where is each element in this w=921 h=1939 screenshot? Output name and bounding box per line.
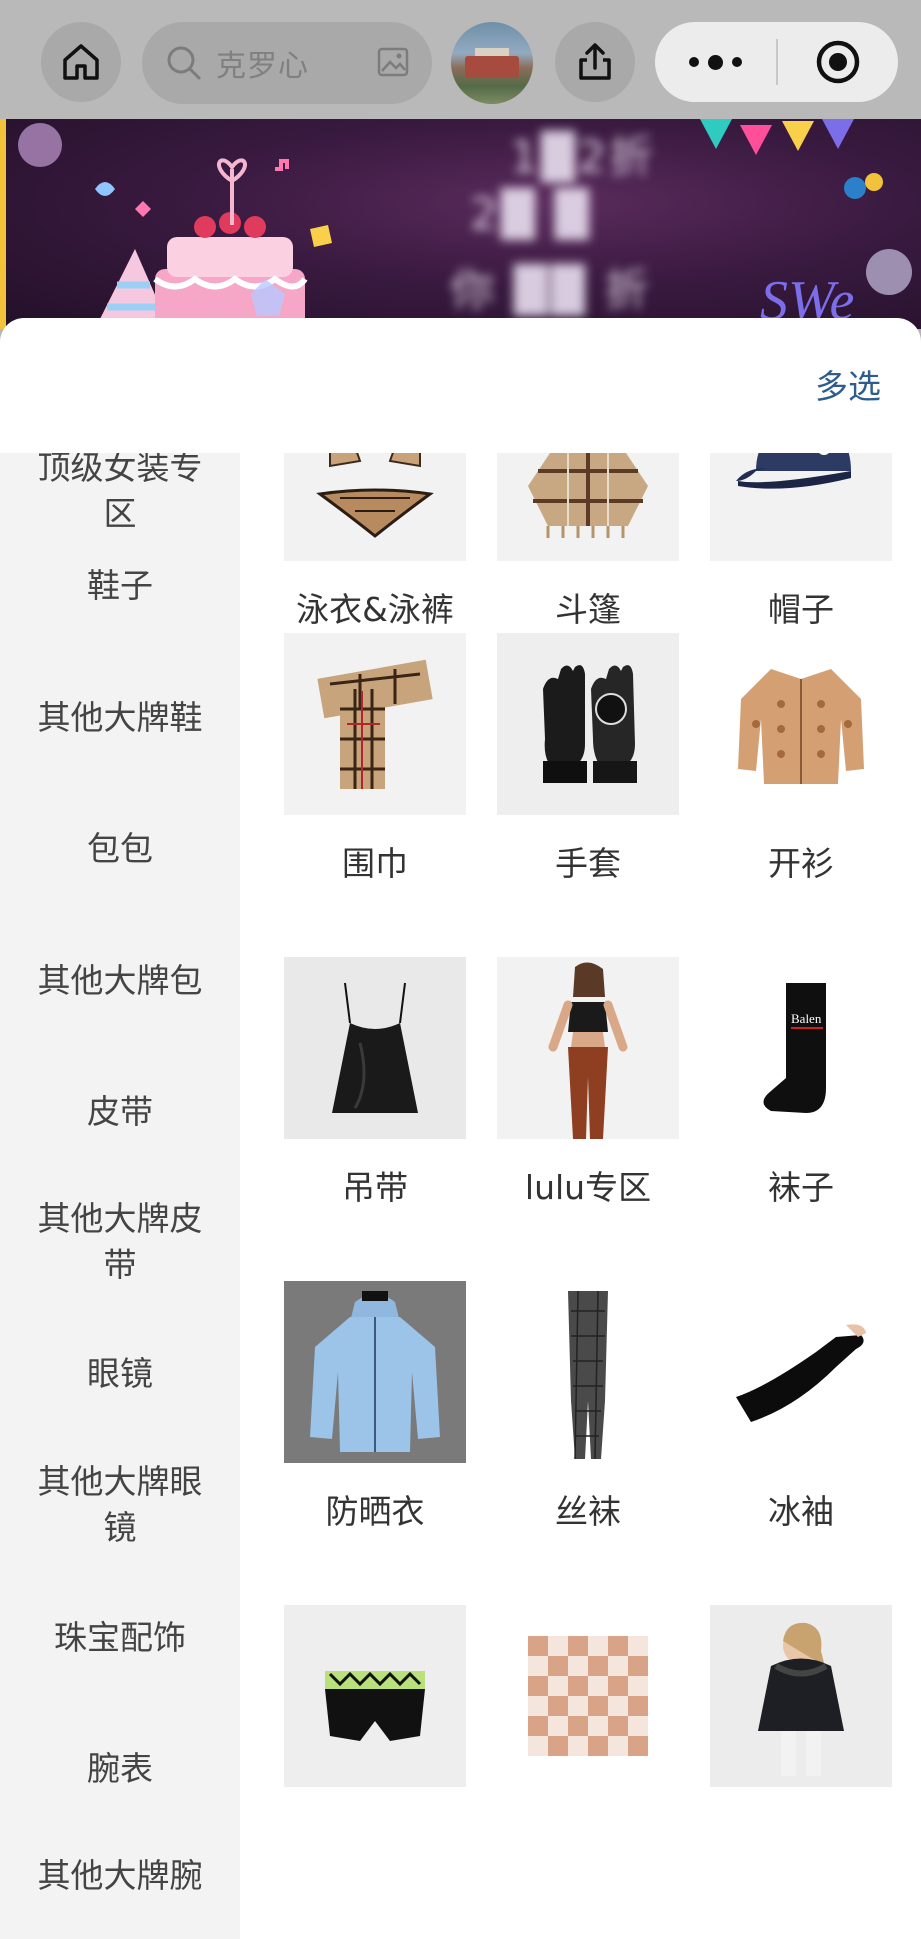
product-tile[interactable]: 开衫 (706, 633, 896, 885)
product-tile[interactable]: 斗篷 (493, 453, 683, 631)
banner-flag (782, 121, 814, 151)
product-tile[interactable]: 帽子 (706, 453, 896, 631)
multi-select-button[interactable]: 多选 (815, 360, 881, 408)
svg-text:Balen: Balen (791, 1011, 822, 1026)
sidebar-item-other-glasses[interactable]: 其他大牌眼镜 (0, 1459, 240, 1551)
share-button[interactable] (555, 22, 635, 102)
search-text: 克罗心 (216, 49, 309, 84)
scarf-image (284, 633, 466, 815)
socks-image: Balen (710, 957, 892, 1139)
category-panel: 多选 顶级女装专区 鞋子 其他大牌鞋 包包 其他大牌包 皮带 其他大牌皮带 眼镜… (0, 318, 921, 1939)
banner-ball (866, 249, 912, 295)
product-label: 吊带 (342, 1168, 408, 1207)
product-tile[interactable]: 吊带 (280, 957, 470, 1209)
product-tile[interactable]: lulu专区 (493, 957, 683, 1209)
sun-jacket-image (284, 1281, 466, 1463)
product-label: 泳衣&泳裤 (296, 590, 454, 629)
product-label: 斗篷 (555, 590, 621, 629)
mini-program-capsule (655, 22, 898, 102)
sidebar-item-other-bags[interactable]: 其他大牌包 (0, 958, 240, 1004)
cardigan-image (710, 633, 892, 815)
product-tile[interactable] (280, 1605, 470, 1809)
sidebar-item-watches[interactable]: 腕表 (0, 1746, 240, 1792)
home-icon (63, 44, 99, 80)
share-icon (579, 43, 611, 80)
sidebar-item-women[interactable]: 顶级女装专区 (0, 453, 240, 537)
product-tile[interactable]: 手套 (493, 633, 683, 885)
search-bar[interactable]: 克罗心 (142, 22, 432, 104)
more-dots-icon[interactable] (655, 54, 776, 70)
banner-ball (865, 173, 883, 191)
top-bar: 克罗心 (0, 0, 921, 119)
lulu-image (497, 957, 679, 1139)
cap-image (710, 453, 892, 561)
product-label: 开衫 (768, 844, 834, 883)
banner-edge (0, 119, 6, 329)
product-grid: 泳衣&泳裤 斗篷 帽子 围巾 手套 开衫 吊带 lulu专区 Balen 袜子 … (240, 453, 921, 1939)
page: 克罗心 1█2折 2█ █ 你 ██ 折 SWe 多选 顶级女装专区 鞋子 其他… (0, 0, 921, 1939)
product-tile[interactable]: 泳衣&泳裤 (280, 453, 470, 631)
record-target-icon (816, 40, 860, 84)
sidebar-item-belts[interactable]: 皮带 (0, 1089, 240, 1135)
product-label: 帽子 (768, 590, 834, 629)
product-tile[interactable]: 冰袖 (706, 1281, 896, 1533)
sidebar-item-other-watches[interactable]: 其他大牌腕 (0, 1853, 240, 1899)
product-tile[interactable]: 丝袜 (493, 1281, 683, 1533)
product-label: 手套 (555, 844, 621, 883)
avatar[interactable] (451, 22, 533, 104)
bikini-image (284, 453, 466, 561)
gloves-image (497, 633, 679, 815)
banner-line-1: 1█2折 (510, 132, 656, 183)
sidebar-item-other-belts[interactable]: 其他大牌皮带 (0, 1196, 240, 1288)
product-label: lulu专区 (524, 1168, 652, 1207)
product-label: 围巾 (342, 844, 408, 883)
banner-flag (700, 119, 732, 149)
product-tile[interactable] (493, 1605, 683, 1809)
sidebar-item-other-shoes[interactable]: 其他大牌鞋 (0, 695, 240, 741)
home-button[interactable] (41, 22, 121, 102)
promo-banner[interactable]: 1█2折 2█ █ 你 ██ 折 SWe (0, 119, 921, 329)
product-tile[interactable]: Balen 袜子 (706, 957, 896, 1209)
product-label: 丝袜 (555, 1492, 621, 1531)
sidebar-item-bags[interactable]: 包包 (0, 826, 240, 872)
category-sidebar: 顶级女装专区 鞋子 其他大牌鞋 包包 其他大牌包 皮带 其他大牌皮带 眼镜 其他… (0, 453, 240, 1939)
banner-line-2: 2█ █ (470, 189, 592, 240)
banner-flag (822, 119, 854, 149)
banner-flag (740, 125, 772, 155)
product-label: 袜子 (768, 1168, 834, 1207)
blanket-image (497, 1605, 679, 1787)
product-label: 冰袖 (768, 1492, 834, 1531)
sidebar-item-glasses[interactable]: 眼镜 (0, 1351, 240, 1397)
stockings-image (497, 1281, 679, 1463)
product-label: 防晒衣 (325, 1492, 425, 1531)
product-tile[interactable]: 围巾 (280, 633, 470, 885)
cape-image (497, 453, 679, 561)
product-tile[interactable] (706, 1605, 896, 1809)
close-button[interactable] (778, 38, 898, 86)
cake-illustration (95, 158, 332, 329)
search-icon (167, 46, 201, 80)
sidebar-item-shoes[interactable]: 鞋子 (0, 563, 240, 609)
arm-sleeve-image (710, 1281, 892, 1463)
underwear-image (284, 1605, 466, 1787)
sidebar-item-jewelry[interactable]: 珠宝配饰 (0, 1615, 240, 1661)
camisole-image (284, 957, 466, 1139)
kids-jacket-image (710, 1605, 892, 1787)
banner-ball (844, 177, 866, 199)
product-tile[interactable]: 防晒衣 (280, 1281, 470, 1533)
banner-line-3: 你 ██ 折 (450, 265, 652, 316)
image-search-icon[interactable] (376, 45, 410, 79)
banner-ball (18, 123, 62, 167)
avatar-building (465, 56, 519, 78)
